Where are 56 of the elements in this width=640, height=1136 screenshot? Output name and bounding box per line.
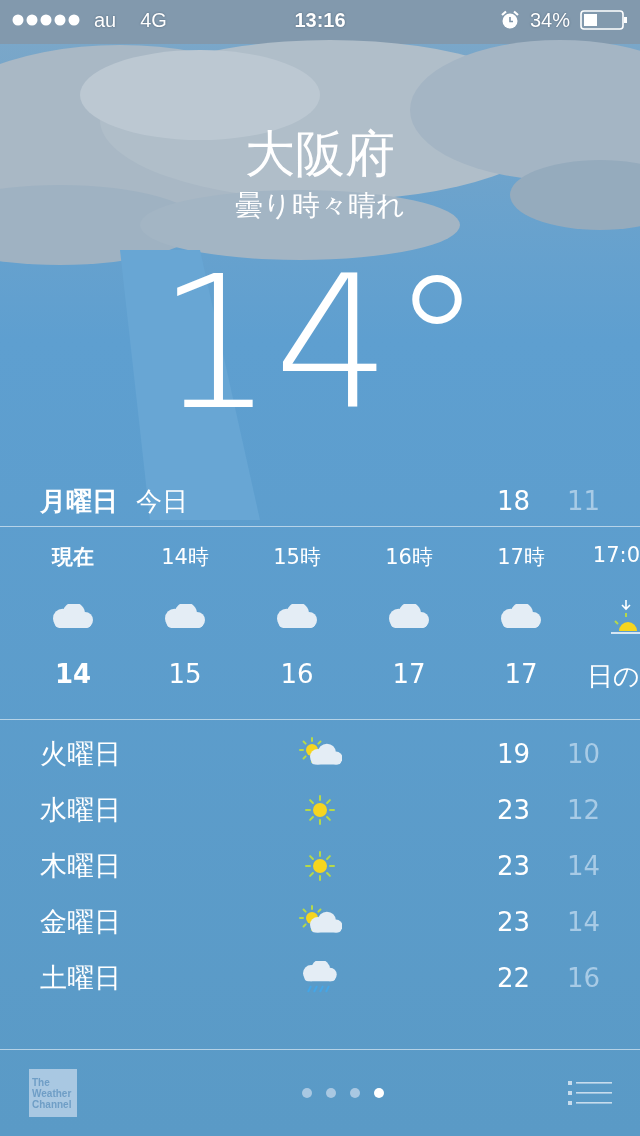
- day-name: 月曜日: [40, 484, 118, 518]
- low-temperature: 16: [565, 963, 600, 993]
- battery-icon: [580, 10, 628, 30]
- hour-label: 14時: [161, 544, 209, 571]
- cloud-icon: [501, 604, 541, 630]
- cloud-icon: [165, 604, 205, 630]
- day-name: 木曜日: [40, 849, 122, 883]
- low-temperature: 10: [565, 739, 600, 769]
- hour-label: 現在: [52, 544, 94, 571]
- high-temperature: 23: [495, 795, 530, 825]
- rain-cloud-icon: [302, 961, 338, 995]
- day-name: 土曜日: [40, 961, 122, 995]
- hour-temperature: 日の: [587, 660, 640, 693]
- sun-icon: [302, 848, 338, 884]
- cloud-icon: [277, 604, 317, 630]
- hour-temperature: 17: [392, 659, 426, 689]
- cloud-icon: [389, 604, 429, 630]
- page-dot[interactable]: [325, 1088, 336, 1098]
- signal-icon: [12, 14, 82, 26]
- page-dot[interactable]: [373, 1088, 384, 1098]
- high-temperature: 23: [495, 907, 530, 937]
- today-label: 今日: [136, 484, 188, 518]
- list-icon[interactable]: [568, 1080, 612, 1106]
- page-dot[interactable]: [301, 1088, 312, 1098]
- weather-condition: 曇り時々晴れ: [235, 188, 405, 224]
- clock-time: 13:16: [294, 8, 346, 32]
- network-type: 4G: [140, 8, 167, 32]
- hour-label: 15時: [273, 544, 321, 571]
- hour-temperature: 16: [280, 659, 314, 689]
- hour-temperature: 14: [54, 659, 92, 689]
- battery-percent: 34%: [529, 8, 570, 32]
- hour-temperature: 17: [504, 659, 538, 689]
- high-temperature: 19: [495, 739, 530, 769]
- weather-channel-logo[interactable]: The Weather Channel: [29, 1069, 77, 1117]
- low-temperature: 12: [565, 795, 600, 825]
- city-name: 大阪府: [245, 124, 395, 185]
- hour-label: 17:0: [592, 543, 640, 569]
- alarm-icon: [499, 10, 520, 30]
- high-temperature: 23: [495, 851, 530, 881]
- cloud-icon: [53, 604, 93, 630]
- page-dot[interactable]: [349, 1088, 360, 1098]
- sunset-icon: [610, 599, 640, 635]
- day-name: 火曜日: [40, 737, 122, 771]
- high-temperature: 18: [495, 486, 530, 516]
- hour-label: 16時: [385, 544, 433, 571]
- low-temperature: 11: [565, 486, 600, 516]
- hour-temperature: 15: [168, 659, 202, 689]
- low-temperature: 14: [565, 851, 600, 881]
- sun-icon: [302, 792, 338, 828]
- hour-label: 17時: [497, 544, 545, 571]
- current-temperature: 14°: [156, 248, 484, 438]
- low-temperature: 14: [565, 907, 600, 937]
- carrier-name: au: [94, 8, 117, 32]
- day-name: 水曜日: [40, 793, 122, 827]
- day-name: 金曜日: [40, 905, 122, 939]
- high-temperature: 22: [495, 963, 530, 993]
